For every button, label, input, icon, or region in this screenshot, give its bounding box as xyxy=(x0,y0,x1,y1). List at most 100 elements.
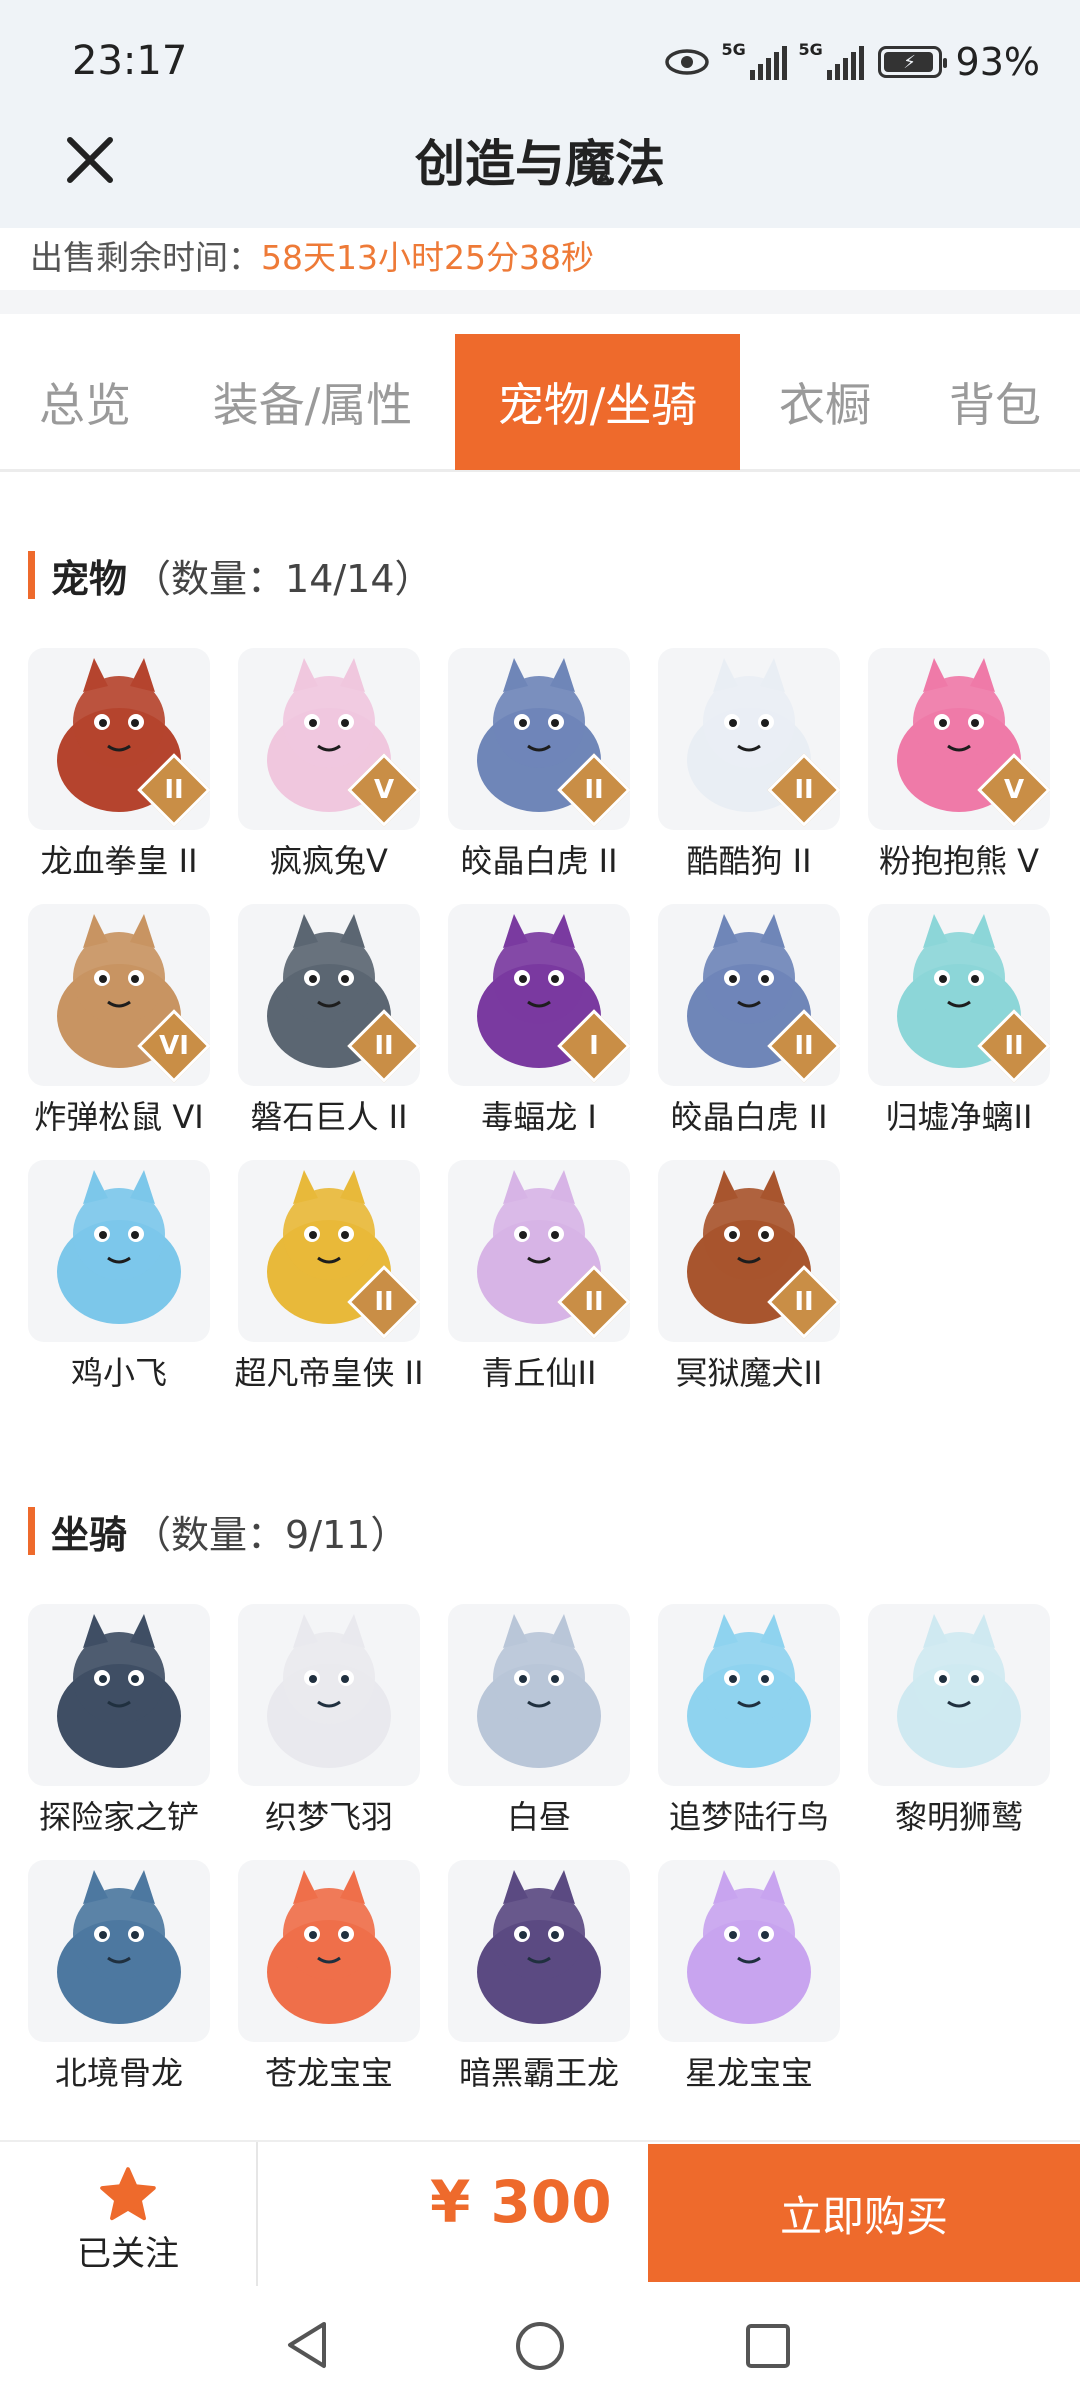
mount-thumbnail xyxy=(658,1860,840,2042)
sale-value: 58天13小时25分38秒 xyxy=(261,238,594,277)
pet-item[interactable]: I 毒蝠龙 I xyxy=(448,904,630,1140)
mount-name: 织梦飞羽 xyxy=(264,1798,393,1836)
pet-item[interactable]: II 超凡帝皇侠 II xyxy=(234,1160,424,1396)
mount-item[interactable]: 北境骨龙 xyxy=(28,1860,210,2096)
pet-item[interactable]: II 青丘仙II xyxy=(448,1160,630,1396)
mount-item[interactable]: 白昼 xyxy=(448,1604,630,1840)
pet-name: 超凡帝皇侠 II xyxy=(234,1354,424,1392)
pet-thumbnail: II xyxy=(448,648,630,830)
signal-icon-2: 5G xyxy=(799,40,864,80)
title-bar: 创造与魔法 xyxy=(0,110,1080,210)
mount-thumbnail xyxy=(28,1860,210,2042)
mount-item[interactable]: 暗黑霸王龙 xyxy=(448,1860,630,2096)
star-icon xyxy=(100,2167,156,2221)
tab-overview[interactable]: 总览 xyxy=(0,334,170,470)
top-area: 23:17 5G 5G ⚡ 93% 创造与魔法 xyxy=(0,0,1080,228)
pet-item[interactable]: 鸡小飞 xyxy=(28,1160,210,1396)
pet-thumbnail: II xyxy=(658,1160,840,1342)
pet-thumbnail: II xyxy=(28,648,210,830)
pet-thumbnail: V xyxy=(868,648,1050,830)
pet-thumbnail: II xyxy=(868,904,1050,1086)
pet-item[interactable]: II 皎晶白虎 II xyxy=(448,648,630,884)
pet-item[interactable]: II 冥狱魔犬II xyxy=(658,1160,840,1396)
battery-icon: ⚡ xyxy=(877,46,947,78)
recents-icon[interactable] xyxy=(744,2322,792,2370)
mount-thumbnail xyxy=(658,1604,840,1786)
pet-item[interactable]: VI 炸弹松鼠 VI xyxy=(28,904,210,1140)
page-title: 创造与魔法 xyxy=(415,135,665,193)
mount-item[interactable]: 苍龙宝宝 xyxy=(238,1860,420,2096)
pet-name: 皎晶白虎 II xyxy=(670,1098,828,1136)
pet-name: 疯疯兔V xyxy=(270,842,388,880)
eye-icon xyxy=(664,49,709,75)
mount-name: 暗黑霸王龙 xyxy=(458,2054,619,2092)
mount-name: 黎明狮鹫 xyxy=(894,1798,1023,1836)
buy-now-button[interactable]: 立即购买 xyxy=(648,2144,1080,2282)
pet-thumbnail: II xyxy=(658,648,840,830)
pet-thumbnail: VI xyxy=(28,904,210,1086)
pet-name: 炸弹松鼠 VI xyxy=(34,1098,204,1136)
mount-item[interactable]: 追梦陆行鸟 xyxy=(658,1604,840,1840)
pet-thumbnail: II xyxy=(448,1160,630,1342)
mount-name: 北境骨龙 xyxy=(54,2054,183,2092)
pet-item[interactable]: II 归墟净螭II xyxy=(868,904,1050,1140)
tab-bar: 总览 装备/属性 宠物/坐骑 衣橱 背包 xyxy=(0,334,1080,472)
system-nav-bar xyxy=(0,2290,1080,2398)
pet-name: 青丘仙II xyxy=(481,1354,597,1392)
mount-name: 探险家之铲 xyxy=(38,1798,199,1836)
pet-thumbnail: II xyxy=(238,1160,420,1342)
pet-thumbnail: II xyxy=(238,904,420,1086)
pet-name: 皎晶白虎 II xyxy=(460,842,618,880)
follow-label: 已关注 xyxy=(77,2234,179,2274)
pet-name: 粉抱抱熊 V xyxy=(878,842,1040,880)
pet-item[interactable]: V 疯疯兔V xyxy=(238,648,420,884)
pet-item[interactable]: II 酷酷狗 II xyxy=(658,648,840,884)
pet-name: 龙血拳皇 II xyxy=(40,842,198,880)
pets-title: 宠物 xyxy=(51,556,128,601)
pet-item[interactable]: V 粉抱抱熊 V xyxy=(868,648,1050,884)
pet-name: 归墟净螭II xyxy=(885,1098,1033,1136)
signal-icon: 5G xyxy=(722,40,787,80)
tab-backpack[interactable]: 背包 xyxy=(910,334,1080,470)
mount-thumbnail xyxy=(868,1604,1050,1786)
home-icon[interactable] xyxy=(514,2320,566,2372)
pets-section-title: 宠物 （数量：14/14） xyxy=(28,550,433,601)
mount-thumbnail xyxy=(238,1604,420,1786)
mount-thumbnail xyxy=(448,1860,630,2042)
mount-thumbnail xyxy=(448,1604,630,1786)
pet-thumbnail: I xyxy=(448,904,630,1086)
pet-name: 鸡小飞 xyxy=(70,1354,167,1392)
mount-item[interactable]: 星龙宝宝 xyxy=(658,1860,840,2096)
pet-item[interactable]: II 皎晶白虎 II xyxy=(658,904,840,1140)
pet-name: 酷酷狗 II xyxy=(686,842,812,880)
mount-item[interactable]: 织梦飞羽 xyxy=(238,1604,420,1840)
mount-name: 苍龙宝宝 xyxy=(264,2054,393,2092)
mounts-section-title: 坐骑 （数量：9/11） xyxy=(28,1506,409,1557)
pets-count: （数量：14/14） xyxy=(133,556,433,601)
mounts-title: 坐骑 xyxy=(51,1512,128,1557)
back-icon[interactable] xyxy=(282,2318,332,2372)
mount-name: 星龙宝宝 xyxy=(684,2054,813,2092)
mount-item[interactable]: 探险家之铲 xyxy=(28,1604,210,1840)
mount-thumbnail xyxy=(28,1604,210,1786)
mount-name: 白昼 xyxy=(506,1798,571,1836)
price: ¥ 300 xyxy=(430,2168,612,2236)
bottom-bar: 已关注 ¥ 300 立即购买 xyxy=(0,2140,1080,2286)
pet-thumbnail xyxy=(28,1160,210,1342)
divider xyxy=(0,290,1080,314)
pet-item[interactable]: II 龙血拳皇 II xyxy=(28,648,210,884)
pet-name: 磐石巨人 II xyxy=(250,1098,408,1136)
status-time: 23:17 xyxy=(72,38,188,84)
tab-wardrobe[interactable]: 衣橱 xyxy=(740,334,910,470)
battery-level: 93% xyxy=(955,40,1040,84)
follow-button[interactable]: 已关注 xyxy=(0,2142,258,2286)
tab-pets-mounts[interactable]: 宠物/坐骑 xyxy=(455,334,740,470)
mount-name: 追梦陆行鸟 xyxy=(668,1798,829,1836)
mounts-count: （数量：9/11） xyxy=(133,1512,409,1557)
pet-item[interactable]: II 磐石巨人 II xyxy=(238,904,420,1140)
mount-item[interactable]: 黎明狮鹫 xyxy=(868,1604,1050,1840)
pet-thumbnail: II xyxy=(658,904,840,1086)
pet-name: 冥狱魔犬II xyxy=(675,1354,823,1392)
status-icons: 5G 5G ⚡ 93% xyxy=(664,40,1040,84)
tab-equipment[interactable]: 装备/属性 xyxy=(170,334,455,470)
